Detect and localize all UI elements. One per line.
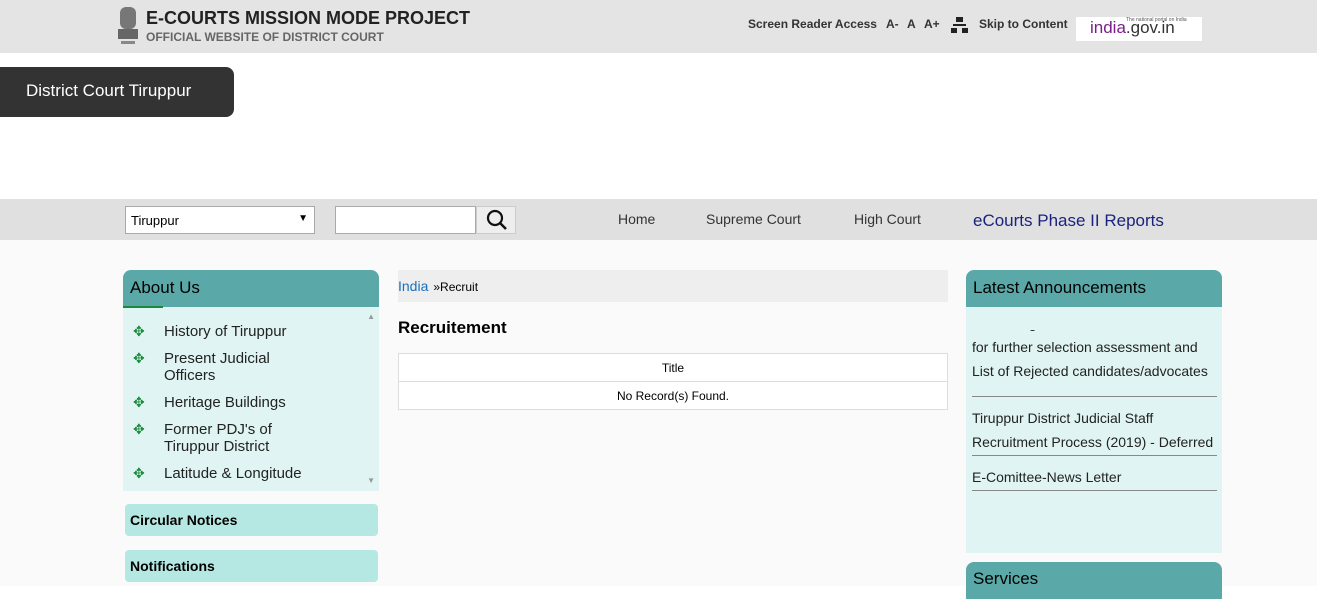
- top-bar: E-COURTS MISSION MODE PROJECT OFFICIAL W…: [0, 0, 1317, 53]
- menu-label: Former PDJ's of Tiruppur District: [164, 421, 272, 455]
- font-increase-button[interactable]: A+: [924, 17, 940, 31]
- district-select-value: Tiruppur: [131, 213, 179, 228]
- breadcrumb: India »Recruit: [398, 270, 948, 302]
- breadcrumb-current: »Recruit: [433, 280, 479, 294]
- services-panel: Services: [966, 562, 1222, 599]
- sitemap-icon[interactable]: [951, 17, 968, 34]
- menu-label: Present Judicial Officers: [164, 350, 270, 384]
- announcement-item[interactable]: List of Eligible candidates/advocates fo…: [972, 330, 1217, 383]
- about-us-title: About Us: [123, 270, 379, 307]
- notifications-button[interactable]: Notifications: [125, 550, 378, 582]
- column-title: Title: [398, 353, 948, 382]
- search-button[interactable]: [476, 206, 516, 234]
- services-title: Services: [966, 562, 1222, 599]
- nav-home[interactable]: Home: [618, 211, 655, 227]
- search-input[interactable]: [335, 206, 476, 234]
- announcements-title: Latest Announcements: [966, 270, 1222, 307]
- court-name-banner: District Court Tiruppur: [0, 67, 234, 117]
- menu-label: History of Tiruppur: [164, 323, 287, 340]
- skip-to-content-link[interactable]: Skip to Content: [979, 17, 1068, 31]
- announcement-item[interactable]: Tiruppur District Judicial Staff Recruit…: [972, 406, 1217, 454]
- divider: [972, 396, 1217, 397]
- bullet-icon: ✥: [133, 465, 145, 481]
- announcement-item[interactable]: E-Comittee-News Letter: [972, 465, 1121, 489]
- font-decrease-button[interactable]: A-: [886, 17, 899, 31]
- nav-supreme-court[interactable]: Supreme Court: [706, 211, 801, 227]
- recruitment-table: Title No Record(s) Found.: [398, 353, 948, 410]
- font-normal-button[interactable]: A: [907, 17, 916, 31]
- scroll-up-arrow[interactable]: ▲: [367, 312, 375, 321]
- nav-high-court[interactable]: High Court: [854, 211, 921, 227]
- national-emblem-icon: [118, 7, 138, 44]
- menu-label: Heritage Buildings: [164, 394, 286, 411]
- nav-ecourts-reports[interactable]: eCourts Phase II Reports: [973, 211, 1164, 231]
- screen-reader-link[interactable]: Screen Reader Access: [748, 17, 877, 31]
- search-icon: [486, 209, 507, 230]
- page-title: Recruitement: [398, 318, 507, 337]
- divider: [972, 455, 1217, 456]
- scroll-down-arrow[interactable]: ▼: [367, 476, 375, 485]
- divider: [972, 490, 1217, 491]
- district-select[interactable]: Tiruppur ▼: [125, 206, 315, 234]
- announcement-clip: List of Eligible candidates/advocates fo…: [966, 330, 1222, 400]
- india-gov-tagline: The national portal on India: [1126, 17, 1187, 23]
- menu-label: Latitude & Longitude: [164, 465, 302, 482]
- bullet-icon: ✥: [133, 394, 145, 410]
- nav-bar: Tiruppur ▼ Home Supreme Court High Court …: [0, 199, 1317, 240]
- dropdown-arrow-icon: ▼: [298, 213, 308, 224]
- bullet-icon: ✥: [133, 323, 145, 339]
- breadcrumb-india[interactable]: India: [398, 278, 428, 294]
- bullet-icon: ✥: [133, 421, 145, 437]
- bullet-icon: ✥: [133, 350, 145, 366]
- site-subtitle: OFFICIAL WEBSITE OF DISTRICT COURT: [146, 30, 384, 44]
- empty-row: No Record(s) Found.: [398, 381, 948, 410]
- circular-notices-button[interactable]: Circular Notices: [125, 504, 378, 536]
- site-title: E-COURTS MISSION MODE PROJECT: [146, 8, 471, 28]
